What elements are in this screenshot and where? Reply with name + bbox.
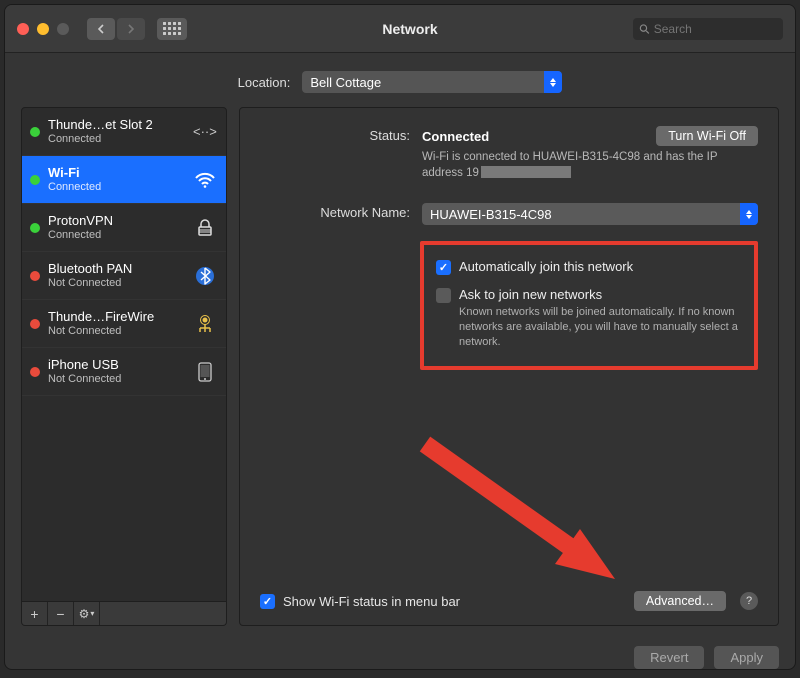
interface-list[interactable]: Thunde…et Slot 2 Connected <··> Wi-Fi Co… (21, 107, 227, 602)
status-dot-icon (30, 175, 40, 185)
show-menubar-checkbox[interactable] (260, 594, 275, 609)
interface-sidebar: Thunde…et Slot 2 Connected <··> Wi-Fi Co… (21, 107, 227, 626)
annotation-highlight-box: Automatically join this network Ask to j… (420, 241, 758, 370)
content: Thunde…et Slot 2 Connected <··> Wi-Fi Co… (5, 107, 795, 636)
show-menubar-label: Show Wi-Fi status in menu bar (283, 594, 460, 609)
location-row: Location: Bell Cottage (5, 53, 795, 107)
search-icon (639, 23, 650, 35)
ask-join-label: Ask to join new networks (459, 287, 742, 302)
sidebar-item-bluetooth-pan[interactable]: Bluetooth PAN Not Connected (22, 252, 226, 300)
interface-name: Thunde…et Slot 2 (48, 118, 184, 133)
auto-join-checkbox[interactable] (436, 260, 451, 275)
status-label: Status: (260, 126, 410, 143)
sidebar-item-protonvpn[interactable]: ProtonVPN Connected (22, 204, 226, 252)
interface-actions-button[interactable]: ⚙︎▾ (74, 602, 100, 625)
forward-button (117, 18, 145, 40)
help-button[interactable]: ? (740, 592, 758, 610)
interface-status: Connected (48, 181, 184, 194)
status-description: Wi-Fi is connected to HUAWEI-B315-4C98 a… (422, 150, 758, 181)
status-dot-icon (30, 271, 40, 281)
main-panel: Status: Connected Turn Wi-Fi Off Wi-Fi i… (239, 107, 779, 626)
status-dot-icon (30, 127, 40, 137)
network-name-label: Network Name: (260, 203, 410, 220)
interface-status: Not Connected (48, 373, 184, 386)
interface-status: Connected (48, 133, 184, 146)
interface-name: iPhone USB (48, 358, 184, 373)
nav-buttons (87, 18, 145, 40)
auto-join-label: Automatically join this network (459, 259, 633, 274)
add-interface-button[interactable]: + (22, 602, 48, 625)
ask-join-description: Known networks will be joined automatica… (459, 305, 742, 350)
interface-status: Connected (48, 229, 184, 242)
interface-name: Bluetooth PAN (48, 262, 184, 277)
sidebar-item-firewire[interactable]: Thunde…FireWire Not Connected (22, 300, 226, 348)
location-value: Bell Cottage (310, 75, 381, 90)
status-dot-icon (30, 367, 40, 377)
firewire-icon (192, 314, 218, 334)
bluetooth-icon (192, 266, 218, 286)
traffic-lights (17, 23, 69, 35)
network-name-value: HUAWEI-B315-4C98 (430, 207, 552, 222)
interface-status: Not Connected (48, 277, 184, 290)
apply-button[interactable]: Apply (714, 646, 779, 669)
footer-buttons: Revert Apply (5, 636, 795, 669)
status-value: Connected (422, 129, 489, 144)
location-label: Location: (238, 75, 291, 90)
status-dot-icon (30, 319, 40, 329)
close-window-button[interactable] (17, 23, 29, 35)
search-field[interactable] (633, 18, 783, 40)
sidebar-item-thunderbolt-slot[interactable]: Thunde…et Slot 2 Connected <··> (22, 108, 226, 156)
sidebar-item-wifi[interactable]: Wi-Fi Connected (22, 156, 226, 204)
remove-interface-button[interactable]: − (48, 602, 74, 625)
select-stepper-icon (740, 203, 758, 225)
thunderbolt-bridge-icon: <··> (192, 123, 218, 141)
lock-icon (192, 219, 218, 237)
interface-name: ProtonVPN (48, 214, 184, 229)
location-select[interactable]: Bell Cottage (302, 71, 562, 93)
network-name-select[interactable]: HUAWEI-B315-4C98 (422, 203, 758, 225)
zoom-window-button (57, 23, 69, 35)
turn-wifi-off-button[interactable]: Turn Wi-Fi Off (656, 126, 758, 146)
revert-button[interactable]: Revert (634, 646, 704, 669)
search-input[interactable] (654, 22, 777, 36)
interface-name: Thunde…FireWire (48, 310, 184, 325)
sidebar-footer: + − ⚙︎▾ (21, 602, 227, 626)
advanced-button[interactable]: Advanced… (634, 591, 726, 611)
window-title: Network (195, 21, 625, 37)
select-stepper-icon (544, 71, 562, 93)
interface-name: Wi-Fi (48, 166, 184, 181)
interface-status: Not Connected (48, 325, 184, 338)
wifi-icon (192, 171, 218, 189)
minimize-window-button[interactable] (37, 23, 49, 35)
show-all-button[interactable] (157, 18, 187, 40)
sidebar-item-iphone-usb[interactable]: iPhone USB Not Connected (22, 348, 226, 396)
phone-icon (192, 362, 218, 382)
gear-icon: ⚙︎ (79, 607, 90, 621)
titlebar: Network (5, 5, 795, 53)
back-button[interactable] (87, 18, 115, 40)
preferences-window: Network Location: Bell Cottage Thunde…et… (4, 4, 796, 670)
svg-text:<··>: <··> (193, 124, 217, 139)
status-dot-icon (30, 223, 40, 233)
redacted-ip (481, 166, 571, 178)
ask-join-checkbox[interactable] (436, 288, 451, 303)
